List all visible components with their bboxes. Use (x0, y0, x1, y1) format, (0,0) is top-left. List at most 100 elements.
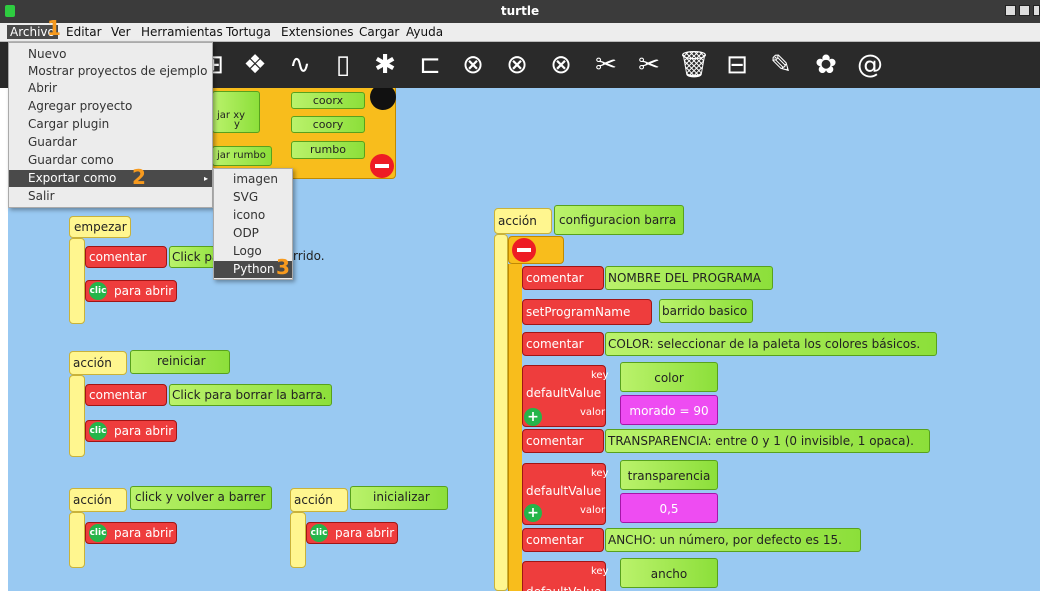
transparency-comment-text[interactable]: TRANSPARENCIA: entre 0 y 1 (0 invisible,… (605, 429, 930, 453)
annotation-step-3: 3 (276, 255, 290, 279)
menubar: Archivo Editar Ver Herramientas Tortuga … (0, 23, 1040, 42)
erase-stop-icon[interactable]: ⊗ (500, 48, 534, 82)
trash-icon[interactable]: 🗑 (677, 48, 711, 82)
reset-name-block[interactable]: reiniciar (130, 350, 230, 374)
color-key-label: key (591, 370, 609, 381)
config-subaction-body (508, 264, 522, 591)
rescan-name-block[interactable]: click y volver a barrer (130, 486, 272, 510)
export-item-icono[interactable]: icono (214, 207, 292, 224)
start-block-body (69, 238, 85, 324)
transparency-value-label: valor (580, 505, 606, 516)
menu-ayuda[interactable]: Ayuda (406, 25, 443, 39)
fijar-xy-label: jar xy (217, 110, 246, 121)
clic-badge[interactable]: clic (89, 282, 107, 300)
reset-clic-badge[interactable]: clic (89, 422, 107, 440)
coorx-block[interactable]: coorx (291, 92, 365, 109)
menu-item-show-examples[interactable]: Mostrar proyectos de ejemplo (9, 63, 212, 80)
menu-item-cargar-plugin[interactable]: Cargar plugin (9, 116, 212, 133)
menu-tortuga[interactable]: Tortuga (226, 25, 271, 39)
transparency-value[interactable]: 0,5 (620, 493, 718, 523)
menu-ver[interactable]: Ver (111, 25, 131, 39)
collapse-icon[interactable]: ⊟ (720, 48, 754, 82)
reset-comment-text[interactable]: Click para borrar la barra. (169, 384, 332, 406)
rescan-action-block[interactable]: acción (69, 488, 127, 512)
submenu-arrow-icon: ▸ (203, 174, 208, 183)
collapse-stack-icon[interactable] (370, 154, 394, 178)
color-key-value[interactable]: color (620, 362, 718, 392)
color-comment-block[interactable]: comentar (522, 332, 604, 356)
menu-extensiones[interactable]: Extensiones (281, 25, 354, 39)
color-value[interactable]: morado = 90 (620, 395, 718, 425)
init-clic-badge[interactable]: clic (310, 524, 328, 542)
set-program-name-block[interactable]: setProgramName (522, 299, 652, 325)
menu-cargar[interactable]: Cargar (359, 25, 399, 39)
width-key-value[interactable]: ancho (620, 558, 718, 588)
config-action-block[interactable]: acción (494, 208, 552, 234)
export-item-svg[interactable]: SVG (214, 189, 292, 206)
reset-comment-block[interactable]: comentar (85, 384, 167, 406)
width-comment-block[interactable]: comentar (522, 528, 604, 552)
transparency-key-value[interactable]: transparencia (620, 460, 718, 490)
annotation-step-2: 2 (132, 165, 146, 189)
eraser-icon[interactable]: ✎ (764, 48, 798, 82)
cut-turtle-icon[interactable]: ✂ (589, 48, 623, 82)
menu-item-exportar-como[interactable]: Exportar como ▸ (9, 170, 212, 187)
blocks-palette-icon[interactable]: ❖ (238, 48, 272, 82)
config-name-block[interactable]: configuracion barra (554, 205, 684, 235)
clean-stop-icon[interactable]: ⊗ (544, 48, 578, 82)
stop-icon[interactable]: ⊗ (456, 48, 490, 82)
left-margin (0, 88, 8, 591)
close-button[interactable] (1033, 5, 1040, 16)
config-collapse-icon[interactable] (512, 238, 536, 262)
menu-item-guardar-como[interactable]: Guardar como (9, 152, 212, 169)
transparency-expand-icon[interactable]: + (524, 504, 542, 522)
init-name-block[interactable]: inicializar (350, 486, 448, 510)
annotation-step-1: 1 (47, 16, 61, 40)
snail-slow-icon[interactable]: @ (853, 48, 887, 82)
width-comment-text[interactable]: ANCHO: un número, por defecto es 15. (605, 528, 861, 552)
transparency-comment-block[interactable]: comentar (522, 429, 604, 453)
cut-export-icon[interactable]: ✂ (632, 48, 666, 82)
coory-block[interactable]: coory (291, 116, 365, 133)
minimize-button[interactable] (1005, 5, 1016, 16)
menu-editar[interactable]: Editar (66, 25, 102, 39)
config-action-body (494, 234, 508, 591)
maximize-button[interactable] (1019, 5, 1030, 16)
extras-palette-icon[interactable]: ✱ (368, 48, 402, 82)
reset-action-block[interactable]: acción (69, 351, 127, 375)
rumbo-block[interactable]: rumbo (291, 141, 365, 159)
file-menu: Nuevo Mostrar proyectos de ejemplo Abrir… (8, 42, 213, 208)
y-label: y (234, 119, 240, 130)
transparency-key-label: key (591, 468, 609, 479)
sensors-palette-icon[interactable]: ∿ (283, 48, 317, 82)
export-item-imagen[interactable]: imagen (214, 171, 292, 188)
fijar-rumbo-block[interactable]: jar rumbo (212, 146, 272, 166)
window-title: turtle (500, 4, 540, 18)
presentation-palette-icon[interactable]: ⊏ (413, 48, 447, 82)
export-item-odp[interactable]: ODP (214, 225, 292, 242)
color-comment-text[interactable]: COLOR: seleccionar de la paleta los colo… (605, 332, 937, 356)
init-action-body (290, 512, 306, 568)
init-action-block[interactable]: acción (290, 488, 348, 512)
rescan-action-body (69, 512, 85, 568)
menu-herramientas[interactable]: Herramientas (141, 25, 223, 39)
menu-item-salir[interactable]: Salir (9, 188, 212, 205)
menu-item-agregar-proyecto[interactable]: Agregar proyecto (9, 98, 212, 115)
window-titlebar: turtle (0, 0, 1040, 23)
name-comment-text[interactable]: NOMBRE DEL PROGRAMA (605, 266, 773, 290)
start-block[interactable]: empezar (69, 216, 131, 238)
reset-action-body (69, 375, 85, 457)
program-name-value[interactable]: barrido basico (659, 299, 753, 323)
menu-item-guardar[interactable]: Guardar (9, 134, 212, 151)
comment-text-tail: rrido. (293, 249, 325, 263)
rescan-clic-badge[interactable]: clic (89, 524, 107, 542)
color-expand-icon[interactable]: + (524, 408, 542, 426)
name-comment-block[interactable]: comentar (522, 266, 604, 290)
rabbit-run-icon[interactable]: ✿ (809, 48, 843, 82)
exportar-como-label: Exportar como (28, 171, 117, 185)
menu-item-abrir[interactable]: Abrir (9, 80, 212, 97)
media-palette-icon[interactable]: ▯ (326, 48, 360, 82)
width-key-label: key (591, 566, 609, 577)
menu-item-nuevo[interactable]: Nuevo (9, 46, 212, 63)
comment-block[interactable]: comentar (85, 246, 167, 268)
